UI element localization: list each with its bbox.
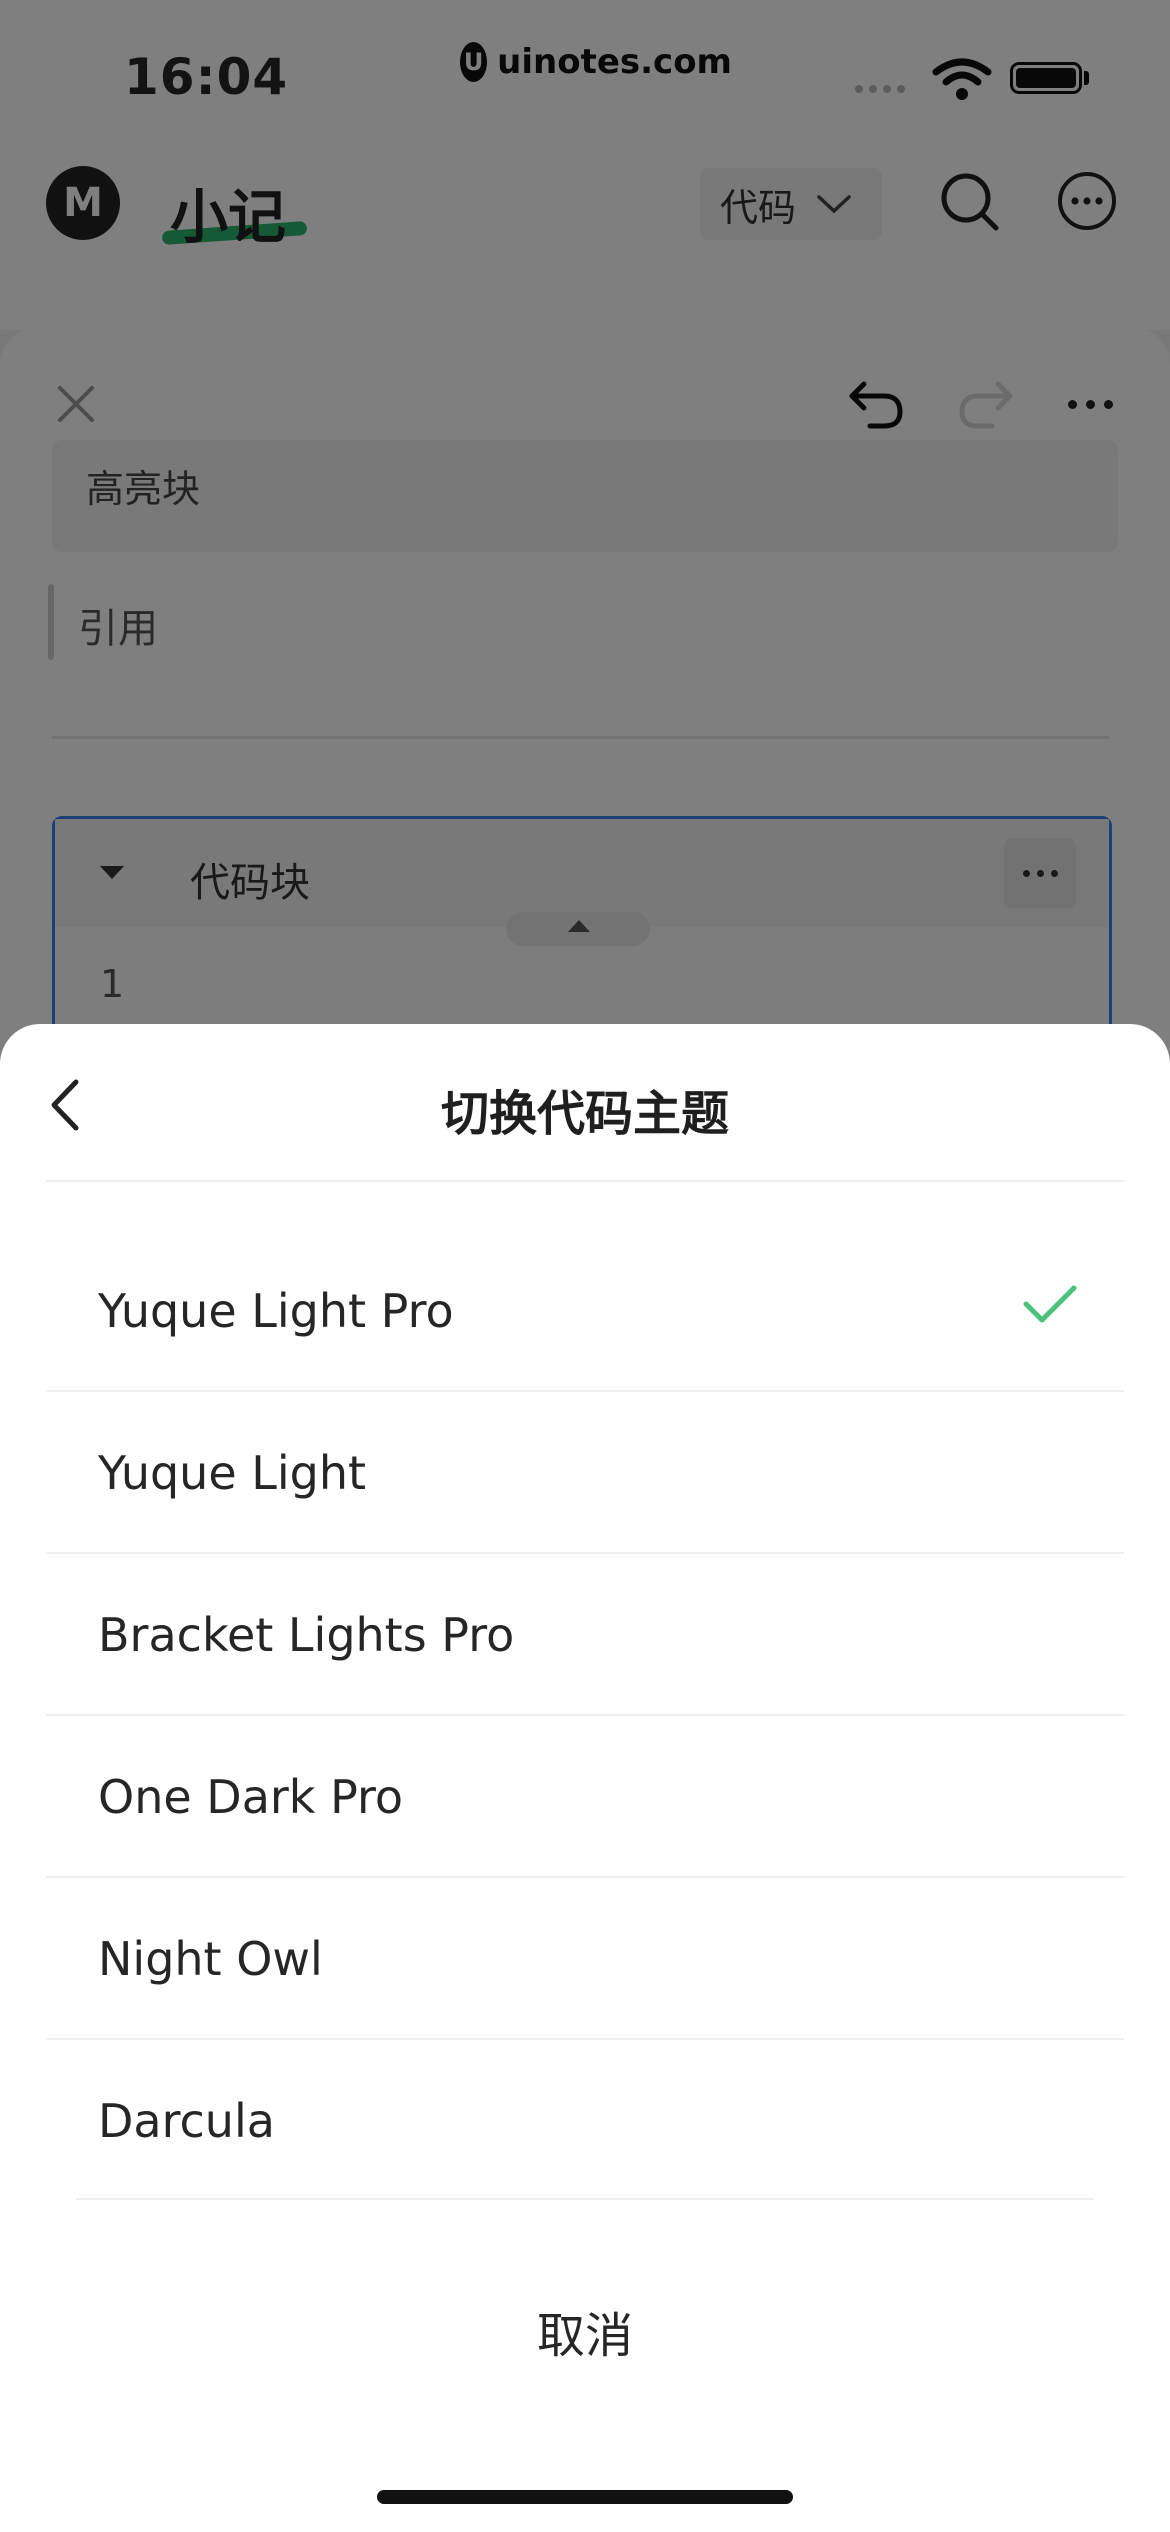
sheet-title: 切换代码主题 xyxy=(440,1086,729,1142)
theme-option-night-owl[interactable]: Night Owl xyxy=(46,1878,1124,2040)
theme-option-label: One Dark Pro xyxy=(98,1770,404,1824)
theme-option-yuque-light-pro[interactable]: Yuque Light Pro xyxy=(46,1230,1124,1392)
theme-option-bracket-lights-pro[interactable]: Bracket Lights Pro xyxy=(46,1554,1124,1716)
theme-option-label: Night Owl xyxy=(98,1932,323,1986)
theme-option-yuque-light[interactable]: Yuque Light xyxy=(46,1392,1124,1554)
theme-option-one-dark-pro[interactable]: One Dark Pro xyxy=(46,1716,1124,1878)
cancel-button[interactable]: 取消 xyxy=(0,2296,1170,2366)
checkmark-icon xyxy=(1023,1285,1077,1323)
cancel-separator xyxy=(76,2198,1094,2200)
theme-option-label: Bracket Lights Pro xyxy=(98,1608,515,1662)
theme-option-label: Yuque Light Pro xyxy=(98,1284,454,1338)
title-separator xyxy=(46,1180,1124,1182)
theme-option-label: Darcula xyxy=(98,2094,275,2148)
home-indicator[interactable] xyxy=(377,2490,793,2504)
theme-option-label: Yuque Light xyxy=(98,1446,367,1500)
theme-option-darcula[interactable]: Darcula xyxy=(46,2040,1124,2202)
